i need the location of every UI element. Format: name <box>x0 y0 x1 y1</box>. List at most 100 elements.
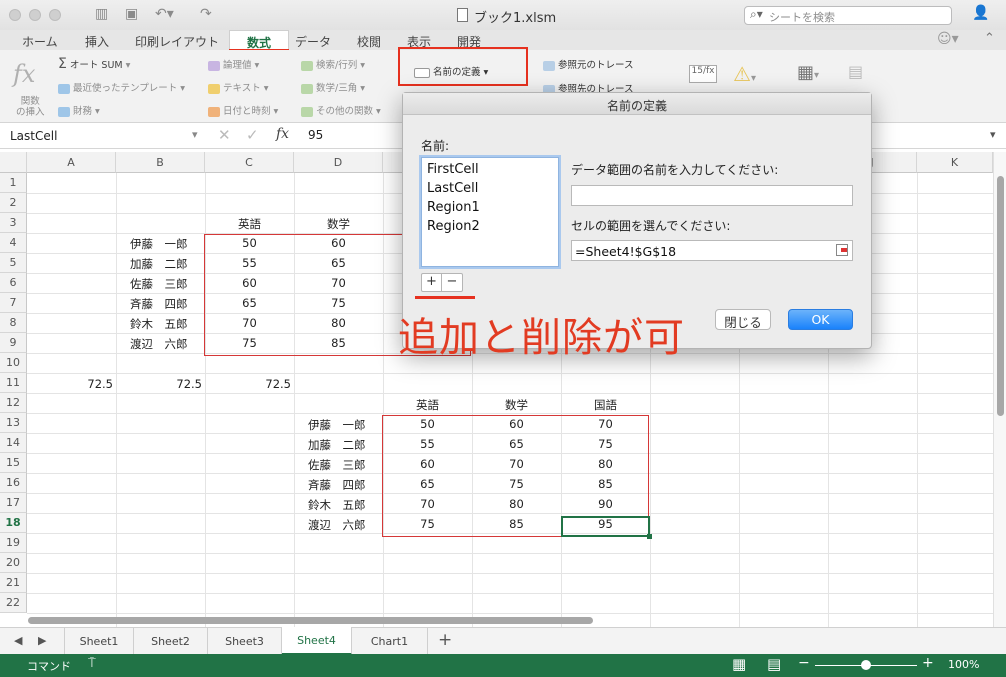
cell-c3[interactable]: 英語 <box>205 213 294 233</box>
table1-name-cell[interactable]: 渡辺 六郎 <box>130 333 210 353</box>
minimize-window-button[interactable] <box>29 9 41 21</box>
close-window-button[interactable] <box>9 9 21 21</box>
lookup-button[interactable]: 検索/行列 ▾ <box>301 57 365 71</box>
sheet-tab-sheet1[interactable]: Sheet1 <box>64 628 134 655</box>
row-header-22[interactable]: 22 <box>0 593 27 613</box>
row-header-10[interactable]: 10 <box>0 353 27 373</box>
list-item[interactable]: Region2 <box>427 219 480 234</box>
name-input[interactable] <box>571 185 853 206</box>
list-item[interactable]: Region1 <box>427 200 480 215</box>
sheet-tab-sheet4[interactable]: Sheet4 <box>282 627 352 655</box>
row-header-6[interactable]: 6 <box>0 273 27 293</box>
recent-functions-button[interactable]: 最近使ったテンプレート ▾ <box>58 80 185 94</box>
prev-sheet-icon[interactable]: ◀ <box>14 634 22 647</box>
autosum-button[interactable]: Σ オート SUM ▾ <box>58 56 130 72</box>
tab-home[interactable]: ホーム <box>22 33 58 50</box>
zoom-in-button[interactable]: + <box>922 655 934 671</box>
name-box-dropdown-icon[interactable]: ▾ <box>192 128 198 141</box>
calculation-options-icon[interactable]: ▦▾ <box>797 62 819 83</box>
select-all-corner[interactable] <box>0 152 27 173</box>
row-header-15[interactable]: 15 <box>0 453 27 473</box>
macro-record-icon[interactable]: ⍑ <box>88 656 96 671</box>
cell-f12[interactable]: 数学 <box>472 394 561 414</box>
row-header-11[interactable]: 11 <box>0 373 27 393</box>
tab-data[interactable]: データ <box>295 33 331 50</box>
smiley-feedback-icon[interactable]: ☺▾ <box>937 31 959 47</box>
insert-function-fx-icon[interactable]: fx <box>276 126 289 142</box>
table2-name-cell[interactable]: 伊藤 一郎 <box>308 414 388 434</box>
names-list[interactable]: FirstCell LastCell Region1 Region2 <box>421 157 559 267</box>
show-formulas-icon[interactable]: 15/fx <box>689 65 717 83</box>
row-header-13[interactable]: 13 <box>0 413 27 433</box>
calculator-icon[interactable]: ▤ <box>848 62 863 81</box>
row-header-7[interactable]: 7 <box>0 293 27 313</box>
zoom-out-button[interactable]: − <box>798 655 810 671</box>
table2-name-cell[interactable]: 斉藤 四郎 <box>308 474 388 494</box>
horizontal-scrollbar[interactable] <box>28 617 593 624</box>
financial-button[interactable]: 財務 ▾ <box>58 103 100 117</box>
sheet-tab-chart1[interactable]: Chart1 <box>352 628 428 655</box>
insert-function-button[interactable]: 関数 の挿入 <box>16 96 45 118</box>
column-header-k[interactable]: K <box>917 152 993 173</box>
sheet-tab-sheet2[interactable]: Sheet2 <box>134 628 208 655</box>
list-item[interactable]: LastCell <box>427 181 478 196</box>
zoom-window-button[interactable] <box>49 9 61 21</box>
remove-name-button[interactable]: − <box>442 274 462 291</box>
cell-e12[interactable]: 英語 <box>383 394 472 414</box>
cell-g12[interactable]: 国語 <box>561 394 650 414</box>
row-header-1[interactable]: 1 <box>0 173 27 193</box>
formula-input[interactable]: 95 <box>308 128 323 142</box>
confirm-entry-icon[interactable]: ✓ <box>246 126 259 144</box>
normal-view-icon[interactable]: ▦ <box>732 655 746 673</box>
table1-name-cell[interactable]: 佐藤 三郎 <box>130 273 210 293</box>
row-header-3[interactable]: 3 <box>0 213 27 233</box>
column-header-b[interactable]: B <box>116 152 205 173</box>
sheet-tab-sheet3[interactable]: Sheet3 <box>208 628 282 655</box>
save-icon[interactable]: ▣ <box>125 6 138 22</box>
fill-handle[interactable] <box>647 534 652 539</box>
row-header-2[interactable]: 2 <box>0 193 27 213</box>
column-header-c[interactable]: C <box>205 152 294 173</box>
share-person-icon[interactable]: 👤 <box>972 5 989 21</box>
expand-formula-bar-icon[interactable]: ▾ <box>990 128 996 141</box>
sidebar-toggle-icon[interactable]: ▥ <box>95 6 108 22</box>
row-header-9[interactable]: 9 <box>0 333 27 353</box>
undo-icon[interactable]: ↶▾ <box>155 6 174 22</box>
cancel-entry-icon[interactable]: ✕ <box>218 126 231 144</box>
define-name-button[interactable]: 名前の定義 ▾ <box>414 64 488 78</box>
trace-precedents-button[interactable]: 参照元のトレース <box>543 57 634 71</box>
tab-page-layout[interactable]: 印刷レイアウト <box>135 33 219 50</box>
math-button[interactable]: 数学/三角 ▾ <box>301 80 365 94</box>
row-header-5[interactable]: 5 <box>0 253 27 273</box>
name-box[interactable]: LastCell <box>10 129 57 143</box>
error-checking-icon[interactable]: ⚠▾ <box>733 62 756 86</box>
cell-d3[interactable]: 数学 <box>294 213 383 233</box>
tab-insert[interactable]: 挿入 <box>85 33 109 50</box>
table2-name-cell[interactable]: 鈴木 五郎 <box>308 494 388 514</box>
row-header-17[interactable]: 17 <box>0 493 27 513</box>
range-input[interactable]: =Sheet4!$G$18 <box>571 240 853 261</box>
cell-c11[interactable]: 72.5 <box>205 374 291 394</box>
cell-b11[interactable]: 72.5 <box>116 374 202 394</box>
sheet-search-input[interactable]: ⌕▾ シートを検索 <box>744 6 952 25</box>
table2-name-cell[interactable]: 加藤 二郎 <box>308 434 388 454</box>
table1-name-cell[interactable]: 鈴木 五郎 <box>130 313 210 333</box>
tab-review[interactable]: 校閲 <box>357 33 381 50</box>
datetime-button[interactable]: 日付と時刻 ▾ <box>208 103 278 117</box>
table1-name-cell[interactable]: 伊藤 一郎 <box>130 233 210 253</box>
logical-button[interactable]: 論理値 ▾ <box>208 57 259 71</box>
add-sheet-button[interactable]: + <box>438 630 452 650</box>
row-header-12[interactable]: 12 <box>0 393 27 413</box>
table1-name-cell[interactable]: 加藤 二郎 <box>130 253 210 273</box>
table1-name-cell[interactable]: 斉藤 四郎 <box>130 293 210 313</box>
row-header-19[interactable]: 19 <box>0 533 27 553</box>
collapse-ribbon-icon[interactable]: ⌃ <box>984 31 995 46</box>
active-cell-g18[interactable] <box>561 516 650 537</box>
ok-button[interactable]: OK <box>788 309 853 330</box>
add-name-button[interactable]: + <box>422 274 442 291</box>
row-header-14[interactable]: 14 <box>0 433 27 453</box>
column-header-d[interactable]: D <box>294 152 383 173</box>
row-header-20[interactable]: 20 <box>0 553 27 573</box>
more-functions-button[interactable]: その他の関数 ▾ <box>301 103 381 117</box>
vertical-scrollbar-track[interactable] <box>993 152 1006 627</box>
